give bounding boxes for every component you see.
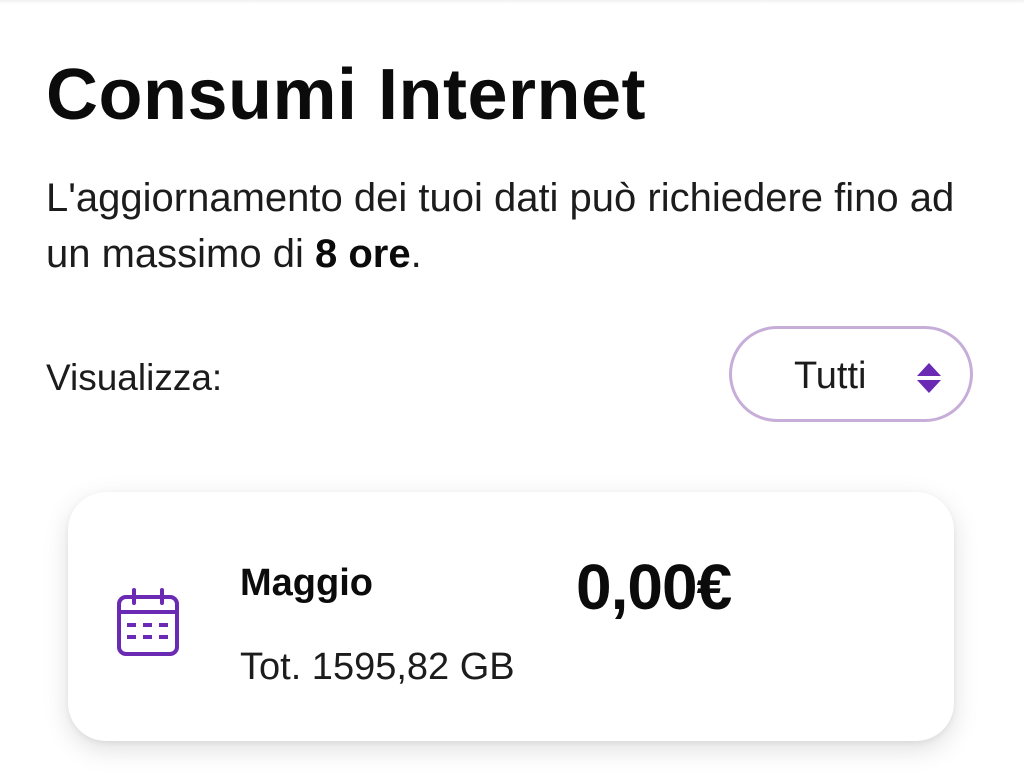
usage-amount: 0,00€ <box>576 551 732 623</box>
calendar-icon <box>117 588 179 656</box>
update-notice: L'aggiornamento dei tuoi dati può richie… <box>46 170 986 282</box>
filter-label: Visualizza: <box>46 357 223 398</box>
usage-card-may[interactable]: Maggio 0,00€ Tot. 1595,82 GB <box>68 492 954 741</box>
update-notice-end: . <box>410 232 422 276</box>
usage-total-data: Tot. 1595,82 GB <box>240 646 515 688</box>
sort-updown-icon <box>917 363 941 393</box>
usage-month: Maggio <box>240 562 373 604</box>
filter-select[interactable]: Tutti <box>729 326 973 422</box>
update-notice-hours: 8 ore <box>314 232 411 276</box>
top-divider <box>0 0 1024 4</box>
update-notice-text: L'aggiornamento dei tuoi dati può richie… <box>46 176 955 276</box>
page-title: Consumi Internet <box>46 55 647 135</box>
filter-selected-value: Tutti <box>794 355 867 397</box>
